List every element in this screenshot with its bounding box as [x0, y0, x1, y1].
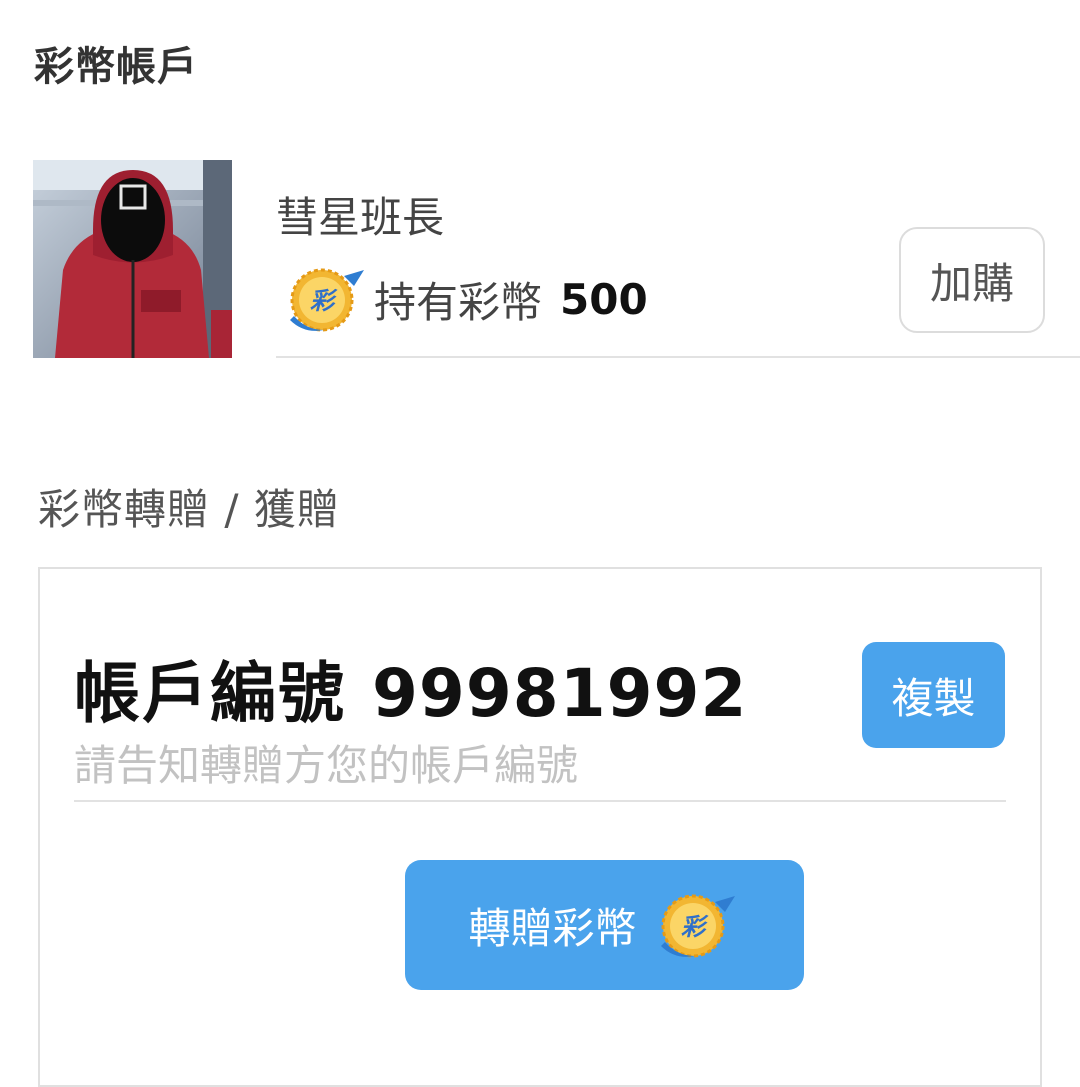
svg-text:彩: 彩 — [681, 913, 709, 941]
transfer-coins-label: 轉贈彩幣 — [468, 903, 637, 953]
transfer-section-title: 彩幣轉贈 / 獲贈 — [38, 485, 340, 534]
account-number-heading: 帳戶編號 99981992 — [74, 640, 747, 736]
account-number-hint: 請告知轉贈方您的帳戶編號 — [74, 741, 579, 790]
avatar — [33, 160, 232, 358]
user-name: 彗星班長 — [276, 193, 445, 242]
lottery-coin-icon: 彩 — [655, 890, 741, 960]
copy-button[interactable]: 複製 — [862, 642, 1005, 748]
buy-coins-button[interactable]: 加購 — [899, 227, 1045, 333]
coin-balance-row: 彩 持有彩幣 500 — [284, 264, 648, 334]
page-title: 彩幣帳戶 — [34, 44, 198, 90]
card-divider — [74, 800, 1006, 802]
transfer-coins-button[interactable]: 轉贈彩幣 彩 — [405, 860, 804, 990]
coin-balance-value: 500 — [560, 274, 648, 324]
coin-balance-label: 持有彩幣 — [374, 277, 543, 327]
profile-divider — [276, 356, 1080, 358]
account-number-label: 帳戶編號 — [74, 655, 346, 732]
account-number-value: 99981992 — [372, 655, 748, 732]
lottery-coin-icon: 彩 — [284, 264, 370, 334]
avatar-image — [33, 160, 232, 358]
svg-text:彩: 彩 — [310, 287, 338, 315]
